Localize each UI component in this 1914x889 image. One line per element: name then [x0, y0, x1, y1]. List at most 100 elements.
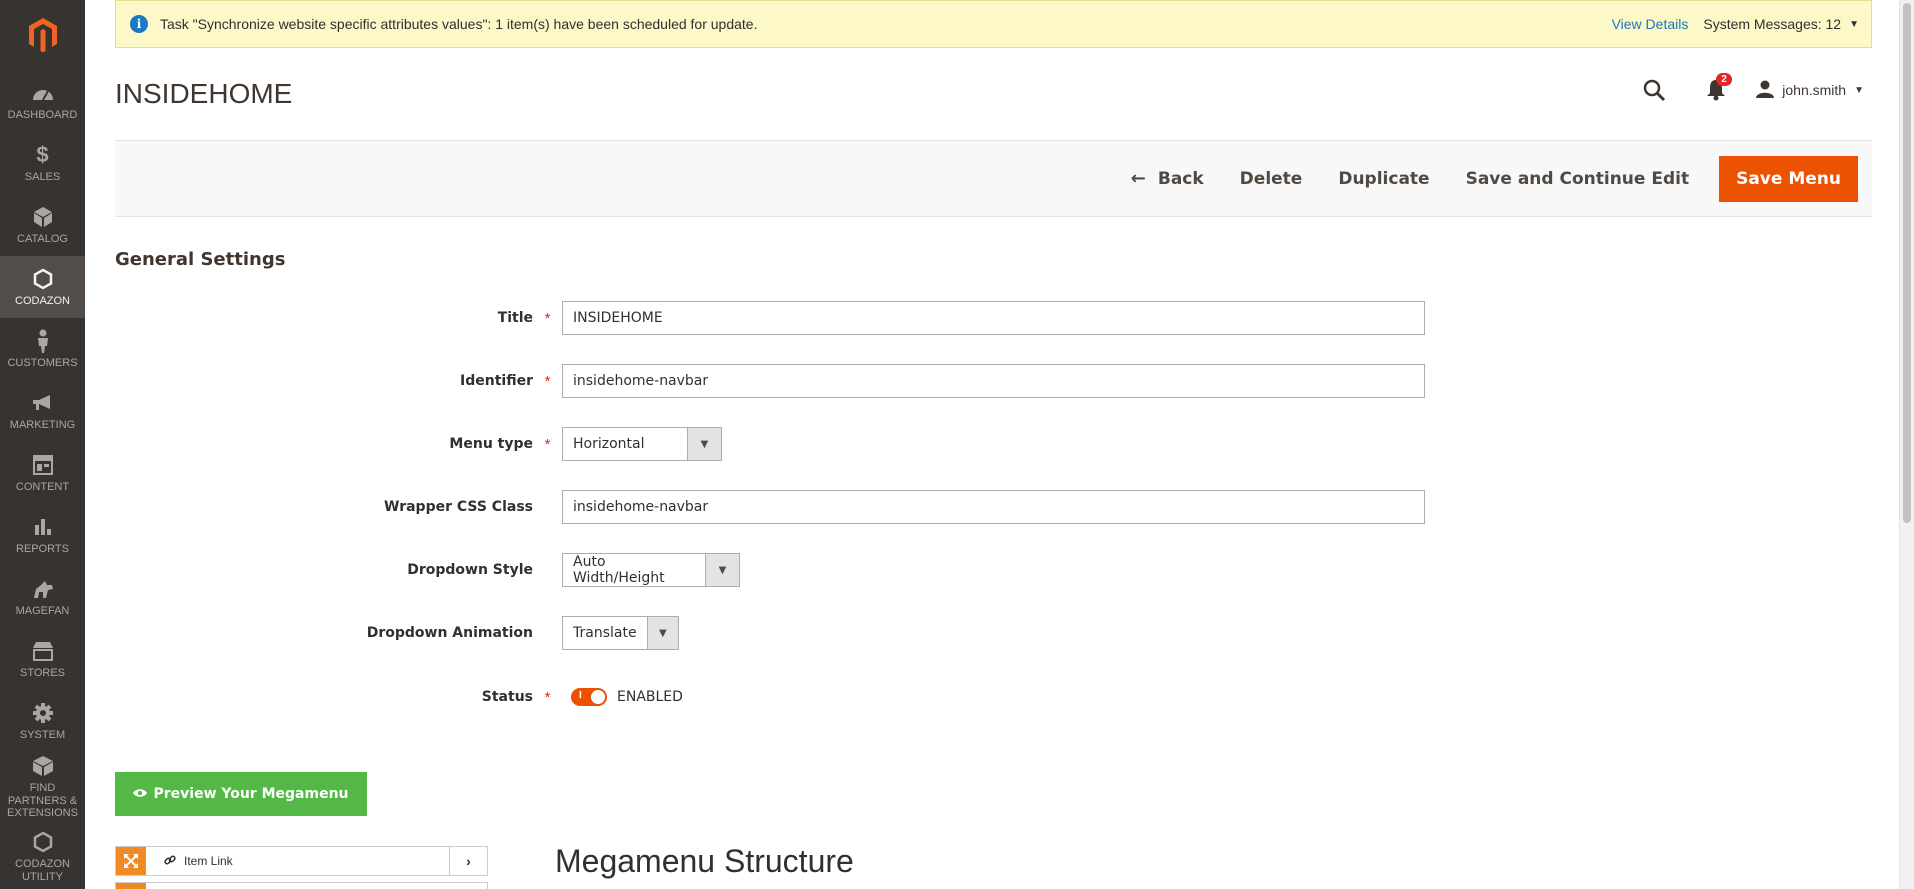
sidebar-item-label: DASHBOARD	[7, 108, 78, 121]
preview-megamenu-label: Preview Your Megamenu	[153, 786, 349, 802]
hexagon-icon	[31, 267, 55, 291]
status-field-row: Status * I ENABLED	[115, 680, 683, 714]
sidebar-item-label: STORES	[19, 666, 66, 679]
hexagon-icon	[31, 830, 55, 854]
sidebar-item-label: CODAZON	[15, 294, 70, 307]
required-marker: *	[544, 309, 551, 327]
chevron-right-icon[interactable]: ›	[449, 847, 487, 875]
sidebar-item-codazon[interactable]: CODAZON	[0, 256, 85, 318]
menu-type-field-row: Menu type * Horizontal ▼	[115, 427, 722, 461]
eye-icon	[133, 786, 148, 802]
system-message-text: Task "Synchronize website specific attri…	[160, 16, 758, 32]
required-marker: *	[544, 688, 551, 706]
dropdown-style-field-row: Dropdown Style * Auto Width/Height ▼	[115, 553, 740, 587]
sidebar-item-stores[interactable]: STORES	[0, 628, 85, 690]
delete-button[interactable]: Delete	[1226, 156, 1317, 202]
username: john.smith	[1782, 82, 1847, 98]
wrapper-class-field-row: Wrapper CSS Class * insidehome-navbar	[115, 490, 1425, 524]
sidebar-item-label: SYSTEM	[19, 728, 66, 741]
dropdown-style-label: Dropdown Style	[407, 562, 533, 578]
sidebar-item-content[interactable]: CONTENT	[0, 442, 85, 504]
dropdown-style-value: Auto Width/Height	[573, 554, 665, 586]
dollar-icon: $	[36, 142, 49, 168]
arrow-left-icon: ←	[1130, 168, 1146, 189]
system-message-bar: i Task "Synchronize website specific att…	[115, 0, 1872, 48]
person-icon	[31, 329, 55, 353]
search-icon[interactable]	[1642, 78, 1666, 102]
expand-icon[interactable]	[116, 847, 146, 875]
bar-chart-icon	[31, 515, 55, 539]
status-label: Status	[481, 689, 533, 705]
magento-logo[interactable]	[0, 0, 85, 70]
sidebar-item-label: FIND PARTNERS & EXTENSIONS	[7, 782, 78, 820]
identifier-label: Identifier	[460, 373, 533, 389]
page-title: INSIDEHOME	[115, 78, 293, 109]
sidebar-item-label: CODAZON UTILITY	[15, 858, 70, 883]
storefront-icon	[31, 639, 55, 663]
expand-icon[interactable]	[116, 883, 146, 889]
title-label: Title	[497, 310, 533, 326]
sidebar-item-find-partners[interactable]: FIND PARTNERS & EXTENSIONS	[0, 752, 85, 822]
title-input[interactable]: INSIDEHOME	[562, 301, 1425, 335]
chevron-down-icon[interactable]: ▼	[1849, 19, 1859, 30]
layout-icon	[31, 453, 55, 477]
save-menu-button[interactable]: Save Menu	[1719, 155, 1858, 202]
sidebar-item-label: REPORTS	[16, 542, 69, 555]
menu-item-row[interactable]	[115, 882, 488, 889]
info-icon: i	[130, 15, 148, 33]
scrollbar-thumb[interactable]	[1903, 3, 1911, 523]
sidebar-item-codazon-utility[interactable]: CODAZON UTILITY	[0, 822, 85, 889]
sidebar-item-label: CATALOG	[17, 232, 68, 245]
link-icon	[164, 854, 176, 869]
dropdown-animation-value: Translate	[573, 625, 637, 641]
sidebar-item-sales[interactable]: $ SALES	[0, 132, 85, 194]
section-title: General Settings	[115, 249, 286, 270]
user-menu[interactable]: john.smith ▼	[1756, 80, 1864, 101]
sidebar-item-marketing[interactable]: MARKETING	[0, 380, 85, 442]
identifier-field-row: Identifier * insidehome-navbar	[115, 364, 1425, 398]
header-actions: 2 john.smith ▼	[1642, 73, 1864, 102]
sidebar-item-magefan[interactable]: MAGEFAN	[0, 566, 85, 628]
dropdown-animation-label: Dropdown Animation	[366, 625, 533, 641]
admin-sidebar: DASHBOARD $ SALES CATALOG CODAZON CUSTOM…	[0, 0, 85, 889]
status-toggle[interactable]: I	[571, 688, 607, 706]
toggle-on-mark: I	[579, 690, 582, 701]
sidebar-item-label: CONTENT	[15, 480, 70, 493]
title-field-row: Title * INSIDEHOME	[115, 301, 1425, 335]
megaphone-icon	[31, 391, 55, 415]
system-messages-count[interactable]: System Messages: 12	[1703, 16, 1841, 32]
sidebar-item-dashboard[interactable]: DASHBOARD	[0, 70, 85, 132]
dropdown-style-select[interactable]: Auto Width/Height ▼	[562, 553, 740, 587]
sidebar-item-label: CUSTOMERS	[7, 356, 78, 369]
duplicate-button[interactable]: Duplicate	[1324, 156, 1443, 202]
view-details-link[interactable]: View Details	[1612, 16, 1689, 32]
sidebar-item-reports[interactable]: REPORTS	[0, 504, 85, 566]
sidebar-item-system[interactable]: SYSTEM	[0, 690, 85, 752]
menu-item-row[interactable]: Item Link ›	[115, 846, 488, 876]
notifications-bell[interactable]: 2	[1706, 73, 1732, 101]
toggle-knob	[591, 690, 605, 704]
sidebar-item-label: MAGEFAN	[15, 604, 70, 617]
sidebar-item-customers[interactable]: CUSTOMERS	[0, 318, 85, 380]
dropdown-animation-select[interactable]: Translate ▼	[562, 616, 679, 650]
back-button[interactable]: ← Back	[1117, 155, 1218, 202]
preview-megamenu-button[interactable]: Preview Your Megamenu	[115, 772, 367, 816]
sidebar-item-catalog[interactable]: CATALOG	[0, 194, 85, 256]
menu-type-value: Horizontal	[573, 436, 645, 452]
save-continue-button[interactable]: Save and Continue Edit	[1452, 156, 1704, 202]
gear-icon	[31, 701, 55, 725]
magento-logo-icon	[28, 18, 57, 52]
notification-badge: 2	[1716, 73, 1732, 86]
chevron-down-icon: ▼	[646, 617, 678, 649]
menu-item-label: Item Link	[146, 854, 449, 869]
page-scrollbar[interactable]	[1899, 0, 1914, 889]
wrapper-class-label: Wrapper CSS Class	[384, 499, 533, 515]
box-icon	[31, 754, 55, 778]
wrapper-class-input[interactable]: insidehome-navbar	[562, 490, 1425, 524]
user-icon	[1756, 80, 1775, 101]
menu-type-select[interactable]: Horizontal ▼	[562, 427, 722, 461]
identifier-input[interactable]: insidehome-navbar	[562, 364, 1425, 398]
dropdown-animation-field-row: Dropdown Animation * Translate ▼	[115, 616, 679, 650]
dashboard-icon	[31, 81, 55, 105]
sidebar-item-label: SALES	[24, 170, 61, 183]
